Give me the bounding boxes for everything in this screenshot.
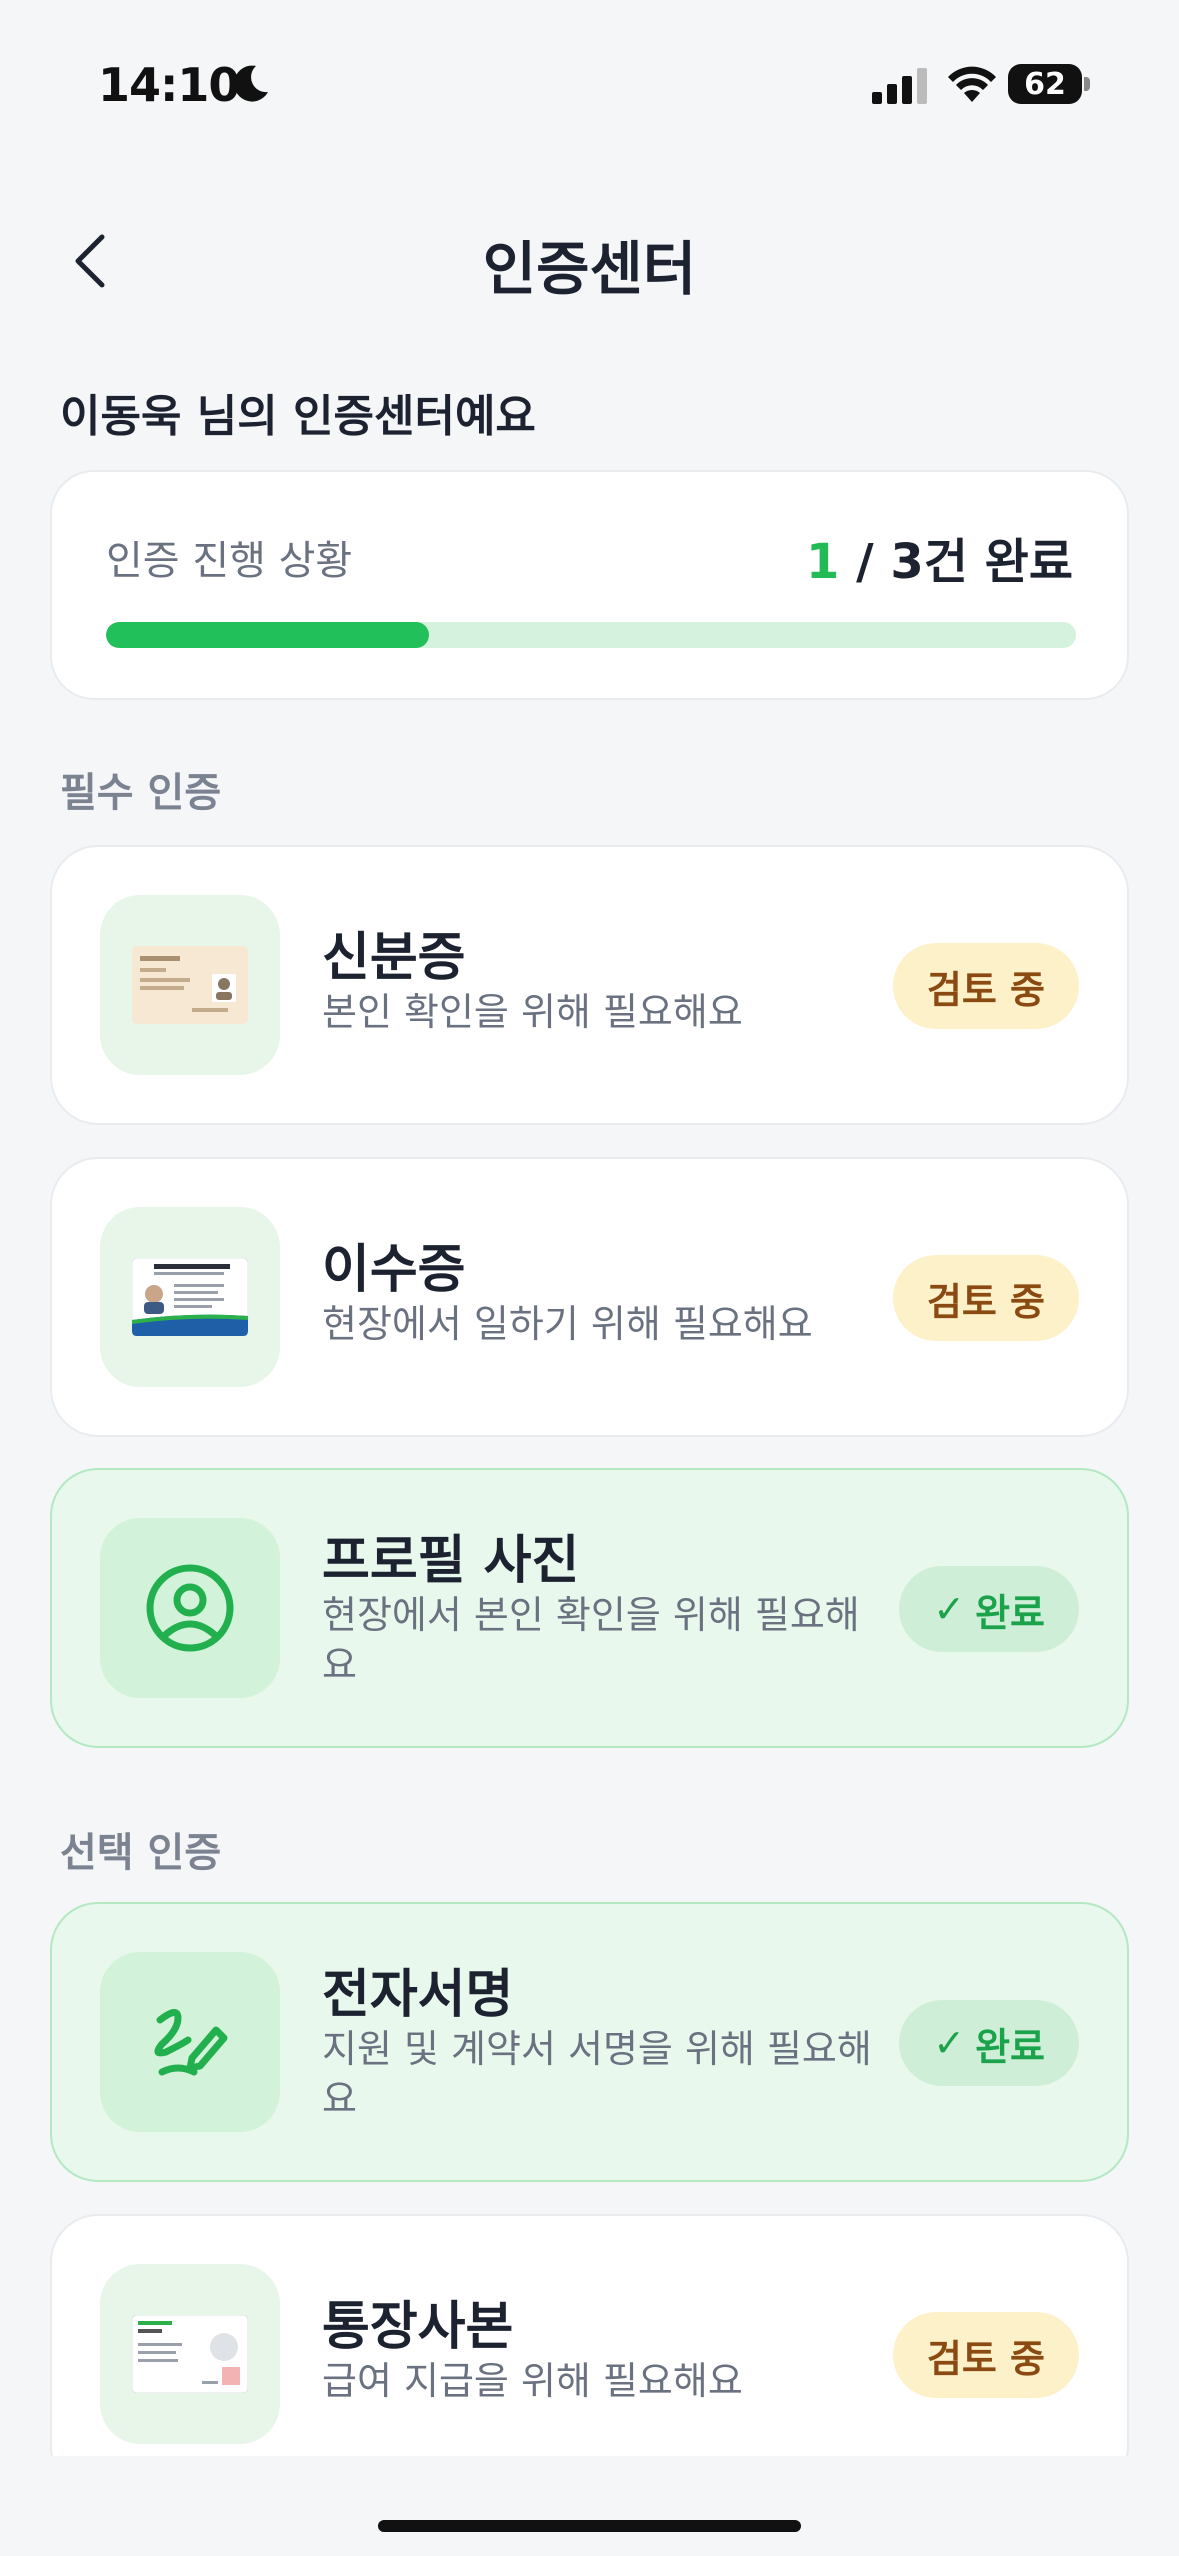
item-title: 이수증 <box>322 1240 466 1300</box>
user-circle-icon <box>100 1518 280 1698</box>
greeting-heading: 이동욱 님의 인증센터예요 <box>60 391 536 442</box>
progress-card: 인증 진행 상황 1 / 3건 완료 <box>50 470 1129 700</box>
wifi-icon <box>948 66 996 102</box>
signature-pen-icon <box>100 1952 280 2132</box>
progress-label: 인증 진행 상황 <box>106 538 353 584</box>
item-description: 본인 확인을 위해 필요해요 <box>322 990 743 1034</box>
bottom-safe-area <box>0 2456 1179 2556</box>
certificate-icon <box>100 1207 280 1387</box>
item-card-id[interactable]: 신분증 본인 확인을 위해 필요해요 검토 중 <box>50 845 1129 1125</box>
status-time: 14:10 <box>98 58 240 112</box>
item-description: 급여 지급을 위해 필요해요 <box>322 2359 743 2403</box>
item-card-bankbook[interactable]: 통장사본 급여 지급을 위해 필요해요 검토 중 <box>50 2214 1129 2494</box>
moon-icon <box>234 65 268 102</box>
status-badge: 검토 중 <box>892 2312 1079 2398</box>
status-badge-label: 완료 <box>975 1590 1045 1635</box>
section-label-optional: 선택 인증 <box>60 1830 222 1876</box>
progress-bar <box>106 622 1076 648</box>
status-badge-label: 검토 중 <box>926 967 1045 1012</box>
item-title: 신분증 <box>322 928 466 988</box>
id-card-icon <box>100 895 280 1075</box>
battery-icon: 62 <box>1008 64 1082 104</box>
status-badge-label: 완료 <box>975 2024 1045 2069</box>
item-title: 프로필 사진 <box>322 1531 580 1591</box>
check-icon: ✓ <box>933 1587 966 1631</box>
bankbook-icon <box>100 2264 280 2444</box>
item-card-certificate[interactable]: 이수증 현장에서 일하기 위해 필요해요 검토 중 <box>50 1157 1129 1437</box>
status-bar: 14:10 62 <box>0 0 1179 150</box>
item-card-profile-photo[interactable]: 프로필 사진 현장에서 본인 확인을 위해 필요해요 ✓ 완료 <box>50 1468 1129 1748</box>
status-badge-label: 검토 중 <box>926 2336 1045 2381</box>
status-badge: ✓ 완료 <box>899 1566 1079 1652</box>
progress-total-text: / 3건 완료 <box>839 534 1073 590</box>
progress-bar-fill <box>106 622 429 648</box>
battery-cap <box>1084 77 1090 91</box>
progress-done-count: 1 <box>806 534 840 590</box>
status-badge: 검토 중 <box>892 1255 1079 1341</box>
section-label-required: 필수 인증 <box>60 770 222 816</box>
check-icon: ✓ <box>933 2021 966 2065</box>
item-description: 현장에서 일하기 위해 필요해요 <box>322 1302 813 1346</box>
item-title: 전자서명 <box>322 1965 514 2025</box>
battery-level: 62 <box>1024 67 1066 102</box>
item-description: 현장에서 본인 확인을 위해 필요해요 <box>322 1593 860 1687</box>
status-badge: ✓ 완료 <box>899 2000 1079 2086</box>
status-badge: 검토 중 <box>892 943 1079 1029</box>
item-description: 지원 및 계약서 서명을 위해 필요해요 <box>322 2027 872 2121</box>
item-card-e-signature[interactable]: 전자서명 지원 및 계약서 서명을 위해 필요해요 ✓ 완료 <box>50 1902 1129 2182</box>
item-title: 통장사본 <box>322 2297 514 2357</box>
page-title: 인증센터 <box>482 235 697 303</box>
home-indicator[interactable] <box>378 2520 801 2532</box>
progress-count: 1 / 3건 완료 <box>806 522 1073 592</box>
status-badge-label: 검토 중 <box>926 1279 1045 1324</box>
signal-icon <box>872 68 927 104</box>
